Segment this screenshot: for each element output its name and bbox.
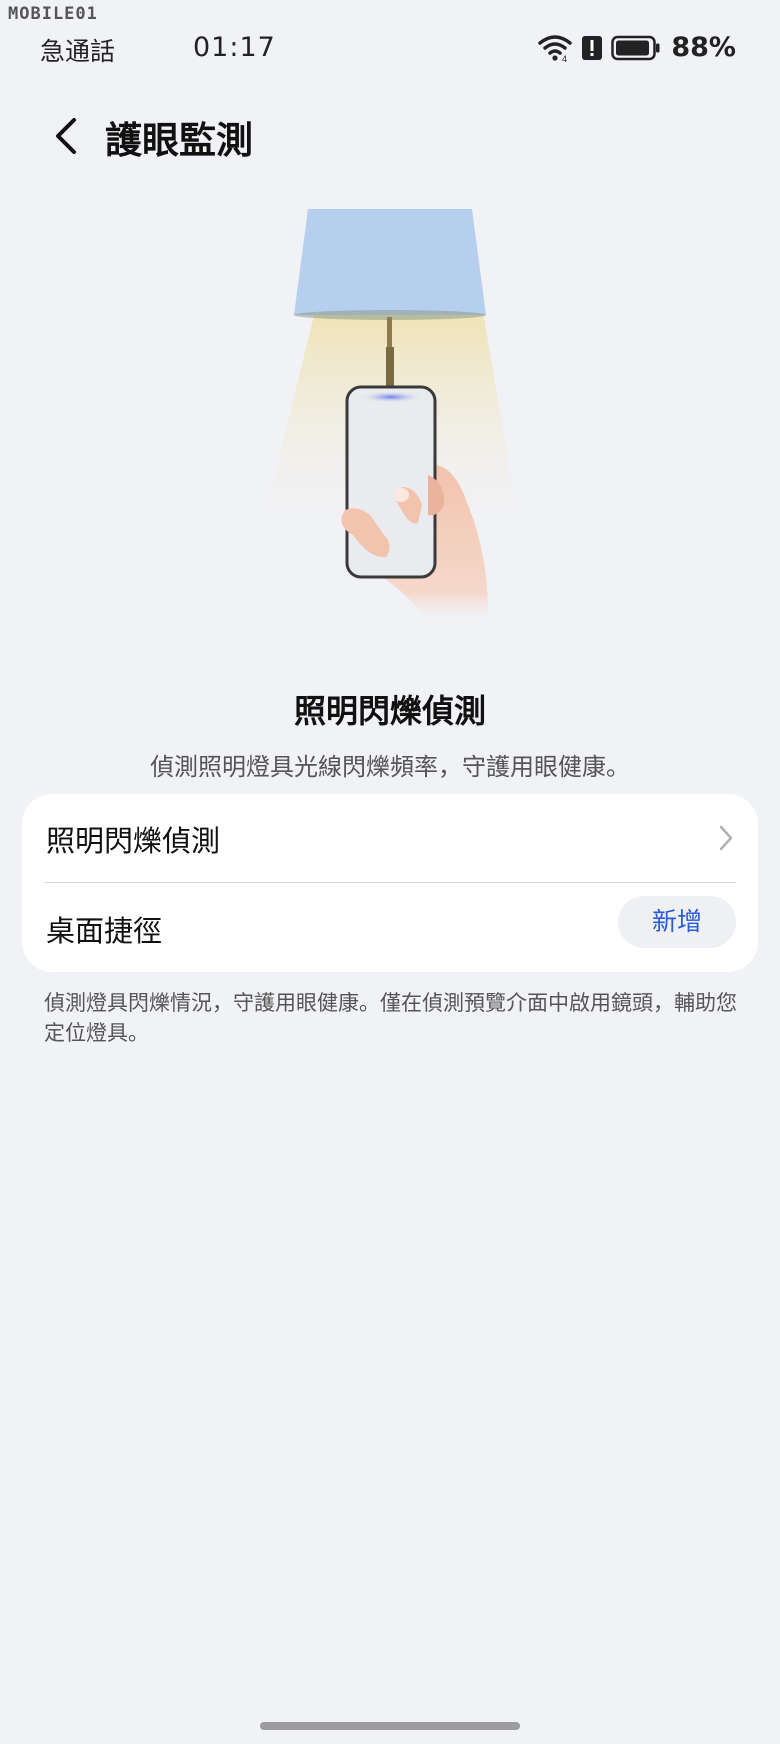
page-title: 護眼監測	[105, 119, 253, 162]
back-button[interactable]	[48, 114, 88, 158]
alert-icon	[582, 35, 603, 60]
chevron-right-icon	[719, 825, 733, 851]
row-divider	[44, 882, 736, 883]
feature-description: 偵測照明燈具光線閃爍頻率，守護用眼健康。	[150, 753, 630, 781]
battery-icon	[611, 35, 660, 60]
battery-percentage: 88%	[671, 32, 736, 63]
status-bar: 急通話 01:17 4 88%	[0, 26, 780, 72]
settings-card: 照明閃爍偵測 桌面捷徑 新增	[22, 794, 758, 972]
wifi-icon: 4	[538, 34, 573, 63]
watermark-logo: MOBILE01	[8, 4, 98, 24]
chevron-left-icon	[56, 118, 76, 154]
flicker-detection-label: 照明閃爍偵測	[46, 824, 221, 858]
svg-text:4: 4	[562, 54, 567, 63]
status-time: 01:17	[193, 32, 276, 63]
desktop-shortcut-label: 桌面捷徑	[46, 914, 163, 948]
footnote-text: 偵測燈具閃爍情況，守護用眼健康。僅在偵測預覽介面中啟用鏡頭，輔助您定位燈具。	[44, 991, 737, 1045]
status-icons: 4 88%	[537, 32, 736, 63]
feature-title: 照明閃爍偵測	[293, 692, 486, 730]
home-indicator[interactable]	[260, 1722, 520, 1730]
lamp-phone-illustration	[250, 205, 530, 645]
status-carrier: 急通話	[40, 37, 116, 66]
flicker-detection-row[interactable]: 照明閃爍偵測	[22, 794, 758, 882]
add-shortcut-button[interactable]: 新增	[618, 896, 736, 948]
desktop-shortcut-row: 桌面捷徑 新增	[22, 884, 758, 972]
page-header: 護眼監測	[0, 108, 780, 164]
